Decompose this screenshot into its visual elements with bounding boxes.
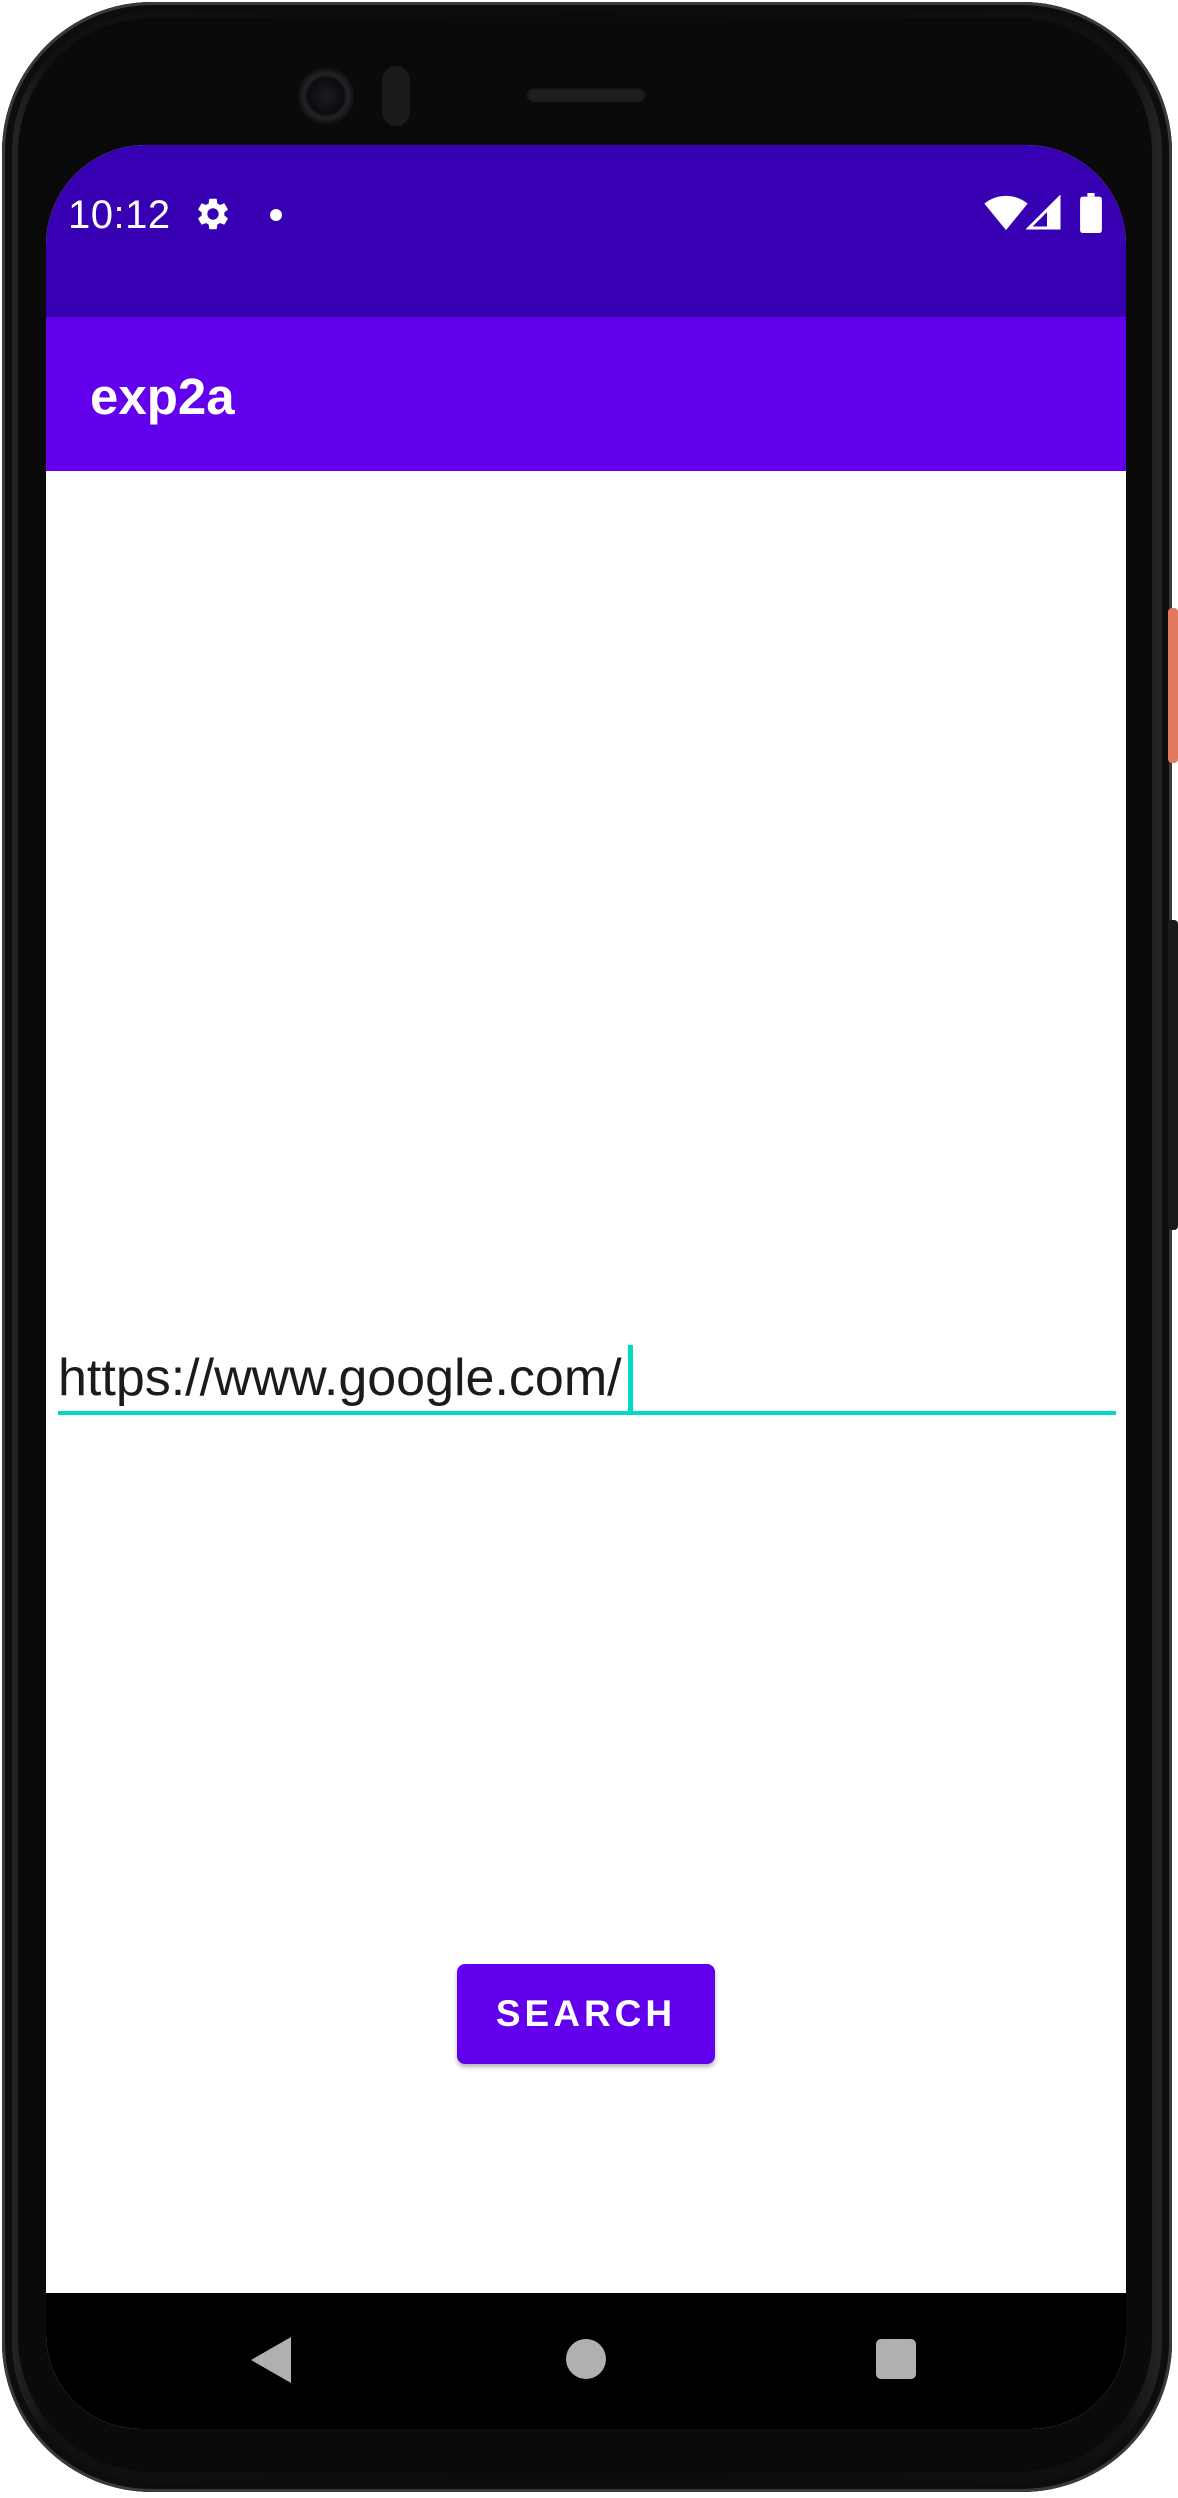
power-button: [1168, 608, 1178, 763]
status-time: 10:12: [68, 193, 171, 237]
notification-dot-icon: [270, 209, 282, 221]
wifi-icon: [984, 195, 1028, 231]
recents-icon[interactable]: [876, 2339, 916, 2379]
back-icon[interactable]: [251, 2337, 291, 2383]
main-content: https://www.google.com/ SEARCH: [46, 471, 1126, 2293]
battery-icon: [1080, 193, 1102, 233]
front-camera: [298, 68, 354, 124]
search-button[interactable]: SEARCH: [457, 1964, 715, 2064]
url-input[interactable]: https://www.google.com/: [58, 1341, 1116, 1415]
volume-button: [1168, 920, 1178, 1230]
proximity-sensor: [382, 66, 410, 126]
gear-icon: [198, 198, 228, 230]
home-icon[interactable]: [566, 2339, 606, 2379]
text-cursor: [627, 1345, 633, 1411]
signal-icon: [1026, 195, 1061, 230]
earpiece-speaker: [526, 86, 646, 102]
navigation-bar: [46, 2293, 1126, 2429]
screen: 10:12 exp2a https://www.google.com/ SEAR…: [46, 145, 1126, 2429]
app-bar: exp2a: [46, 317, 1126, 471]
status-bar: 10:12: [46, 145, 1126, 317]
phone-device: 10:12 exp2a https://www.google.com/ SEAR…: [0, 0, 1178, 2498]
app-title: exp2a: [90, 368, 235, 425]
search-button-label: SEARCH: [495, 1993, 677, 2034]
url-input-value[interactable]: https://www.google.com/: [58, 1348, 622, 1408]
